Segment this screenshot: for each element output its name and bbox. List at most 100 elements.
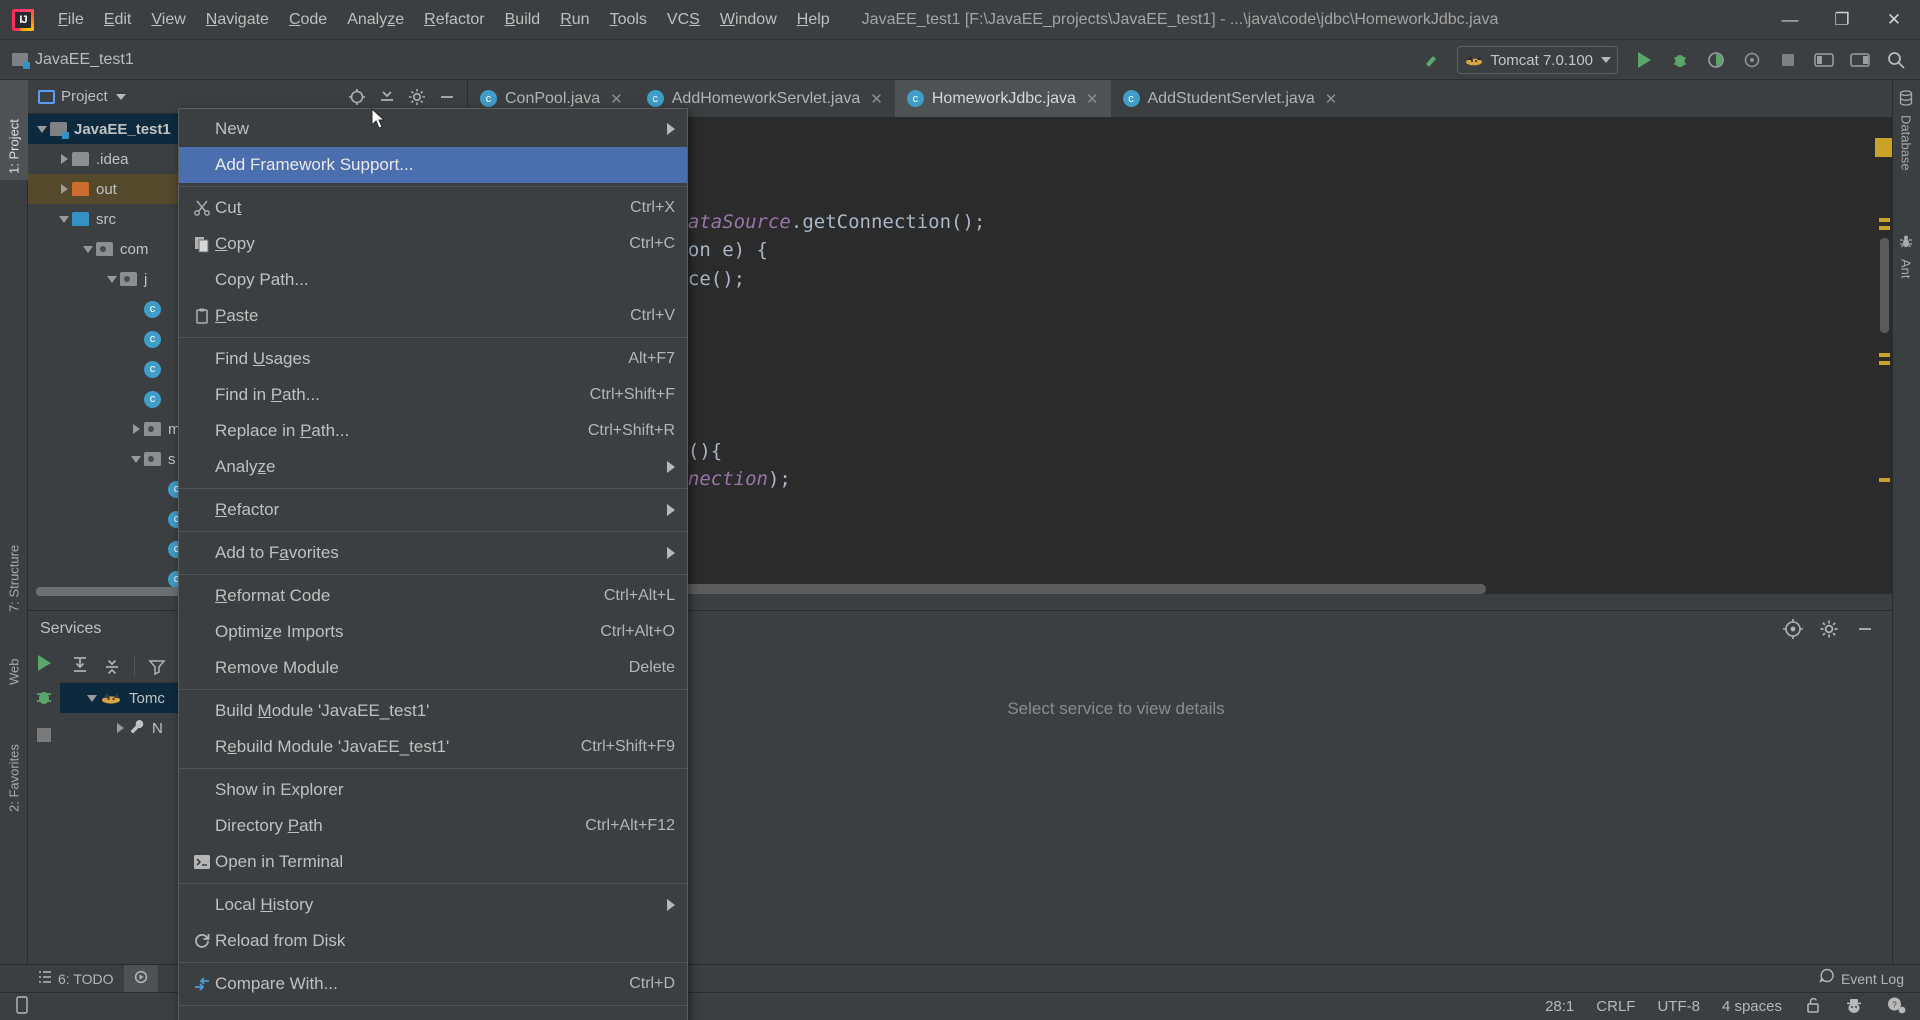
collapse-all-icon[interactable] (98, 653, 126, 679)
help-icon[interactable]: ? (1886, 996, 1906, 1018)
chevron-right-icon[interactable] (128, 424, 144, 434)
debug-button[interactable] (34, 687, 54, 712)
marker-stripe[interactable] (1879, 353, 1890, 357)
bottom-item-todo[interactable]: 6: TODO (28, 965, 124, 993)
search-everywhere-icon[interactable] (1880, 45, 1912, 75)
close-icon[interactable]: ✕ (870, 90, 883, 108)
close-icon[interactable]: ✕ (1086, 90, 1099, 108)
menu-item-rebuild-module[interactable]: Rebuild Module 'JavaEE_test1' Ctrl+Shift… (179, 729, 687, 765)
menu-build[interactable]: Build (495, 7, 551, 33)
menu-window[interactable]: Window (710, 7, 787, 33)
sidebar-item-database[interactable]: Database (1892, 84, 1920, 214)
menu-item-open-in-terminal[interactable]: Open in Terminal (179, 844, 687, 880)
chevron-down-icon[interactable] (34, 125, 50, 133)
menu-item-open-module-settings[interactable]: Open Module Settings F4 (179, 1009, 687, 1020)
maximize-button[interactable]: ❐ (1816, 0, 1868, 40)
sidebar-item-ant[interactable]: Ant (1892, 228, 1920, 300)
gear-icon[interactable] (1816, 616, 1842, 642)
gear-icon[interactable] (403, 83, 431, 111)
menu-item-replace-in-path[interactable]: Replace in Path... Ctrl+Shift+R (179, 413, 687, 449)
chevron-down-icon[interactable] (80, 245, 96, 253)
expand-all-icon[interactable] (66, 653, 94, 679)
marker-stripe[interactable] (1879, 226, 1890, 230)
indent-setting[interactable]: 4 spaces (1722, 998, 1782, 1015)
menu-file[interactable]: FFileile (48, 7, 94, 33)
menu-item-remove-module[interactable]: Remove Module Delete (179, 650, 687, 686)
chevron-right-icon[interactable] (112, 723, 128, 733)
chevron-right-icon[interactable] (56, 154, 72, 164)
menu-item-show-in-explorer[interactable]: Show in Explorer (179, 772, 687, 808)
menu-tools[interactable]: Tools (600, 7, 657, 33)
menu-item-cut[interactable]: Cut Ctrl+X (179, 190, 687, 226)
chevron-down-icon[interactable] (56, 215, 72, 223)
menu-analyze[interactable]: Analyze (337, 7, 414, 33)
menu-run[interactable]: Run (550, 7, 599, 33)
menu-code[interactable]: Code (279, 7, 337, 33)
menu-item-directory-path[interactable]: Directory Path Ctrl+Alt+F12 (179, 808, 687, 844)
chevron-down-icon[interactable] (115, 93, 126, 100)
close-icon[interactable]: ✕ (1325, 90, 1338, 108)
tab-addstudentservlet-java[interactable]: c AddStudentServlet.java ✕ (1111, 80, 1350, 117)
menu-item-paste[interactable]: Paste Ctrl+V (179, 298, 687, 334)
menu-item-find-usages[interactable]: Find Usages Alt+F7 (179, 341, 687, 377)
run-configuration-selector[interactable]: Tomcat 7.0.100 (1457, 46, 1618, 74)
menu-item-copy[interactable]: Copy Ctrl+C (179, 226, 687, 262)
chevron-down-icon[interactable] (84, 694, 100, 702)
layout-icon[interactable] (1844, 45, 1876, 75)
menu-refactor[interactable]: Refactor (414, 7, 494, 33)
debug-button[interactable] (1664, 45, 1696, 75)
file-encoding[interactable]: UTF-8 (1657, 998, 1700, 1015)
locate-icon[interactable] (343, 83, 371, 111)
caret-position[interactable]: 28:1 (1545, 998, 1574, 1015)
menu-item-add-framework-support[interactable]: Add Framework Support... (179, 147, 687, 183)
menu-navigate[interactable]: Navigate (196, 7, 279, 33)
menu-item-optimize-imports[interactable]: Optimize Imports Ctrl+Alt+O (179, 614, 687, 650)
menu-item-refactor[interactable]: Refactor (179, 492, 687, 528)
event-log-label[interactable]: Event Log (1841, 965, 1904, 993)
run-button[interactable] (1628, 45, 1660, 75)
menu-item-new[interactable]: New (179, 111, 687, 147)
sidebar-item-web[interactable]: Web (0, 625, 28, 691)
run-with-coverage-button[interactable] (1700, 45, 1732, 75)
marker-stripe[interactable] (1879, 361, 1890, 365)
marker-stripe[interactable] (1879, 218, 1890, 222)
breadcrumb[interactable]: JavaEE_test1 (12, 51, 134, 69)
chevron-right-icon[interactable] (56, 184, 72, 194)
updates-icon[interactable] (1808, 45, 1840, 75)
tab-homeworkjdbc-java[interactable]: c HomeworkJdbc.java ✕ (894, 80, 1111, 117)
bottom-item-services[interactable] (123, 964, 158, 993)
menu-item-find-in-path[interactable]: Find in Path... Ctrl+Shift+F (179, 377, 687, 413)
chevron-down-icon[interactable] (128, 455, 144, 463)
run-button[interactable] (37, 655, 51, 671)
menu-item-analyze[interactable]: Analyze (179, 449, 687, 485)
sidebar-item-structure[interactable]: 7: Structure (0, 500, 28, 618)
editor-vertical-scrollbar[interactable] (1875, 118, 1894, 582)
menu-item-local-history[interactable]: Local History (179, 887, 687, 923)
memory-indicator-icon[interactable] (14, 995, 30, 1018)
menu-help[interactable]: Help (787, 7, 840, 33)
chevron-down-icon[interactable] (104, 275, 120, 283)
menu-item-build-module[interactable]: Build Module 'JavaEE_test1' (179, 693, 687, 729)
filter-icon[interactable] (143, 653, 171, 679)
menu-view[interactable]: View (141, 7, 195, 33)
menu-item-reformat-code[interactable]: Reformat Code Ctrl+Alt+L (179, 578, 687, 614)
line-separator[interactable]: CRLF (1596, 998, 1635, 1015)
unlock-icon[interactable] (1804, 996, 1822, 1018)
collapse-all-icon[interactable] (373, 83, 401, 111)
menu-edit[interactable]: Edit (94, 7, 142, 33)
stop-button[interactable] (1772, 45, 1804, 75)
editor-scroll-thumb[interactable] (1880, 238, 1889, 333)
menu-item-copy-path[interactable]: Copy Path... (179, 262, 687, 298)
menu-item-add-to-favorites[interactable]: Add to Favorites (179, 535, 687, 571)
hector-icon[interactable] (1844, 996, 1864, 1018)
context-menu[interactable]: New Add Framework Support... Cut Ctrl+X … (178, 108, 688, 1020)
marker-stripe[interactable] (1879, 478, 1890, 482)
stop-button[interactable] (37, 728, 51, 742)
main-menu-bar[interactable]: FFileile Edit View Navigate Code Analyze… (48, 0, 840, 40)
menu-vcs[interactable]: VCS (657, 7, 710, 33)
hide-icon[interactable] (1852, 616, 1878, 642)
sidebar-item-favorites[interactable]: 2: Favorites (0, 698, 28, 818)
hide-icon[interactable] (433, 83, 461, 111)
sidebar-item-project[interactable]: 1: Project (0, 80, 28, 180)
menu-item-reload-from-disk[interactable]: Reload from Disk (179, 923, 687, 959)
